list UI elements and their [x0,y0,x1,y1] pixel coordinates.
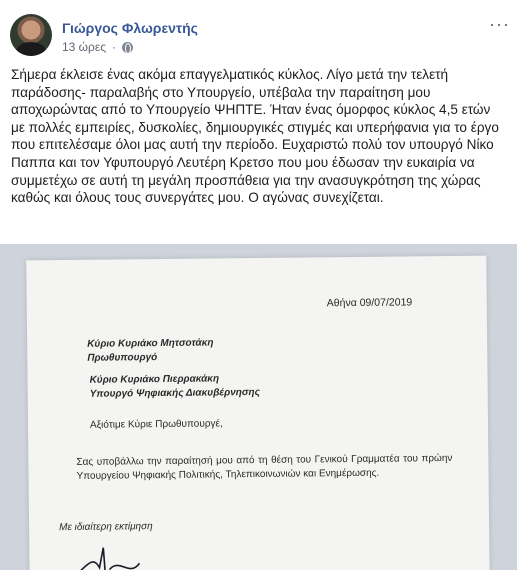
facebook-post-card: Γιώργος Φλωρεντής 13 ώρες · ··· Σήμερα έ… [0,0,517,570]
globe-icon [122,41,134,54]
avatar[interactable] [10,14,52,56]
recipient-1-title: Πρωθυπουργό [87,352,158,364]
letter-closing: Με ιδιαίτερη εκτίμηση [59,521,153,534]
post-time[interactable]: 13 ώρες [62,40,106,54]
signature [47,547,150,570]
recipient-2-title: Υπουργό Ψηφιακής Διακυβέρνησης [89,386,261,400]
post-photo[interactable]: Αθήνα 09/07/2019 Κύριο Κυριάκο Μητσοτάκη… [0,244,517,570]
post-header: Γιώργος Φλωρεντής 13 ώρες · ··· [10,14,510,58]
letter-greeting: Αξιότιμε Κύριε Πρωθυπουργέ, [89,418,223,431]
post-meta: 13 ώρες · [62,40,134,54]
letter-recipient-1: Κύριο Κυριάκο Μητσοτάκη Πρωθυπουργό [87,336,214,365]
recipient-1-name: Κύριο Κυριάκο Μητσοτάκη [87,337,214,350]
more-options-icon[interactable]: ··· [489,15,510,33]
letter-document: Αθήνα 09/07/2019 Κύριο Κυριάκο Μητσοτάκη… [26,255,490,570]
letter-date: Αθήνα 09/07/2019 [326,296,413,310]
author-name[interactable]: Γιώργος Φλωρεντής [62,20,198,36]
letter-body: Σας υποβάλλω την παραίτησή μου από τη θέ… [76,452,453,482]
post-text: Σήμερα έκλεισε ένας ακόμα επαγγελματικός… [11,67,499,206]
letter-recipient-2: Κύριο Κυριάκο Πιερρακάκη Υπουργό Ψηφιακή… [89,372,260,402]
